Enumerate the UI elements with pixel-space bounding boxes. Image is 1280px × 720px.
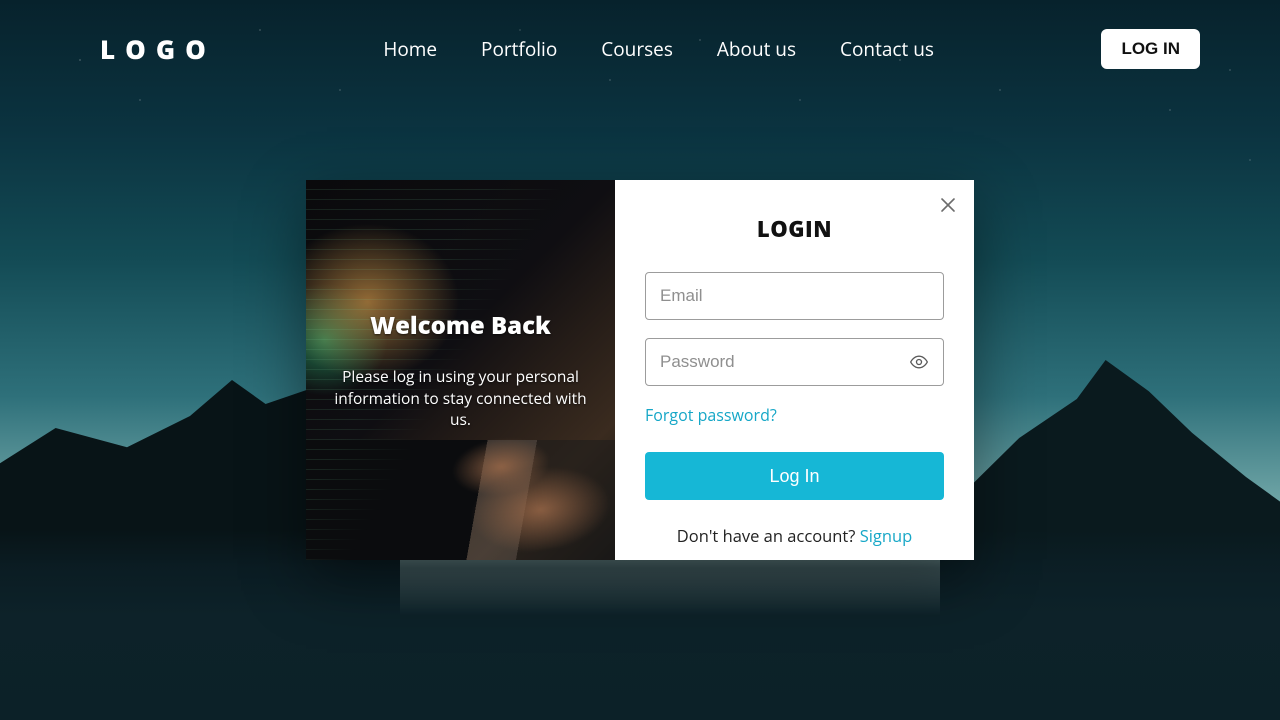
show-password-icon[interactable] xyxy=(909,352,929,372)
login-title: LOGIN xyxy=(645,214,944,244)
password-field-wrapper xyxy=(645,338,944,386)
nav-portfolio[interactable]: Portfolio xyxy=(481,36,557,62)
nav-home[interactable]: Home xyxy=(383,36,437,62)
nav-contact[interactable]: Contact us xyxy=(840,36,934,62)
signup-prompt: Don't have an account? xyxy=(677,524,860,547)
modal-hero-panel: Welcome Back Please log in using your pe… xyxy=(306,180,615,560)
signup-link[interactable]: Signup xyxy=(860,524,913,547)
site-logo: LOGO xyxy=(100,31,216,67)
site-header: LOGO Home Portfolio Courses About us Con… xyxy=(0,26,1280,72)
modal-form-panel: LOGIN Forgot password? Log In Don't have… xyxy=(615,180,974,560)
main-nav: Home Portfolio Courses About us Contact … xyxy=(216,36,1102,62)
welcome-text: Please log in using your personal inform… xyxy=(324,366,597,431)
login-modal: Welcome Back Please log in using your pe… xyxy=(306,180,974,560)
signup-row: Don't have an account? Signup xyxy=(645,524,944,547)
email-field[interactable] xyxy=(660,286,929,306)
login-submit-button[interactable]: Log In xyxy=(645,452,944,500)
nav-courses[interactable]: Courses xyxy=(601,36,673,62)
header-login-button[interactable]: LOG IN xyxy=(1101,29,1200,69)
nav-about[interactable]: About us xyxy=(717,36,796,62)
password-field[interactable] xyxy=(660,352,909,372)
close-icon[interactable] xyxy=(940,196,956,218)
welcome-title: Welcome Back xyxy=(370,309,551,342)
email-field-wrapper xyxy=(645,272,944,320)
forgot-password-link[interactable]: Forgot password? xyxy=(645,404,777,426)
